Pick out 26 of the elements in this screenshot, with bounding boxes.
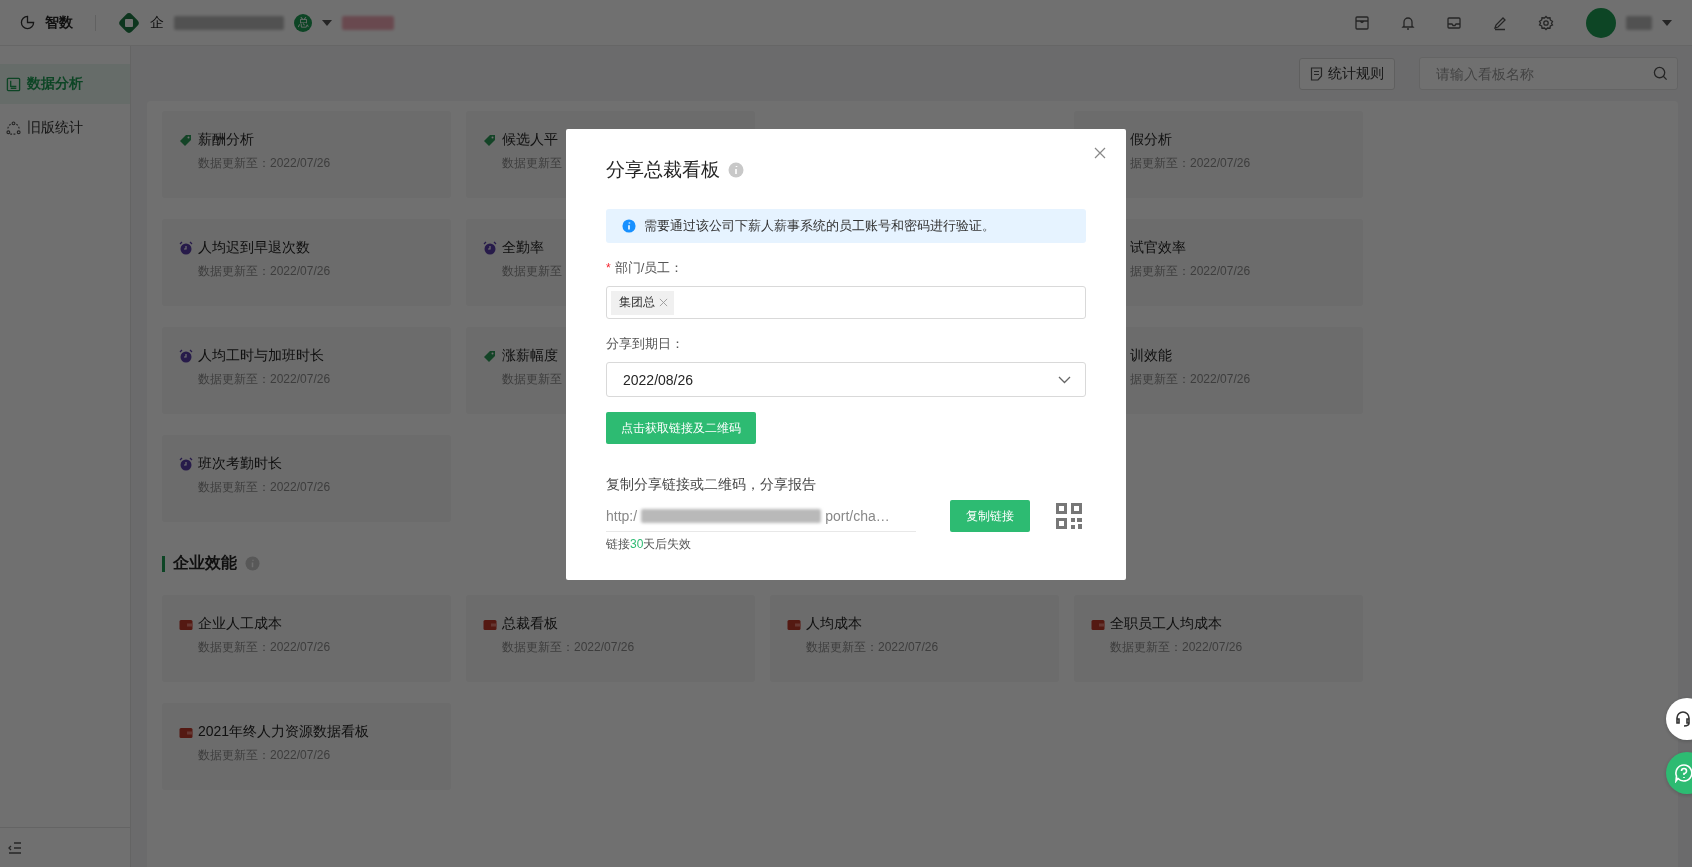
card-title: 人均工时与加班时长 [198,347,324,365]
card-title: 班次考勤时长 [198,455,282,473]
org-badge: 总 [294,13,312,32]
dialog-title: 分享总裁看板 [606,158,720,182]
card-title: 薪酬分析 [198,131,254,149]
card-title: 假分析 [1130,131,1172,149]
card-title: 2021年终人力资源数据看板 [198,723,370,741]
field-label: 分享到期日： [606,335,684,353]
section-title: 企业效能 [173,553,237,573]
card-title: 训效能 [1130,347,1172,365]
card-title: 涨薪幅度 [502,347,558,365]
card-title: 企业人工成本 [198,615,282,633]
required-mark: * [606,261,611,275]
card-title: 人均成本 [806,615,862,633]
app-name: 智数 [45,13,73,32]
card-title: 全勤率 [502,239,544,257]
card-title: 全职员工人均成本 [1110,615,1222,633]
selected-tag: 集团总 [611,290,674,315]
field-label: 部门/员工： [614,259,684,277]
card-title: 人均迟到早退次数 [198,239,310,257]
alert-text: 需要通过该公司下薪人薪事系统的员工账号和密码进行验证。 [644,217,995,235]
card-title: 试官效率 [1130,239,1186,257]
link-expiry-text: 链接30天后失效 [606,536,693,553]
card-title: 候选人平 [502,131,558,149]
share-hint: 复制分享链接或二维码，分享报告 [606,476,817,494]
card-title: 总裁看板 [502,615,558,633]
